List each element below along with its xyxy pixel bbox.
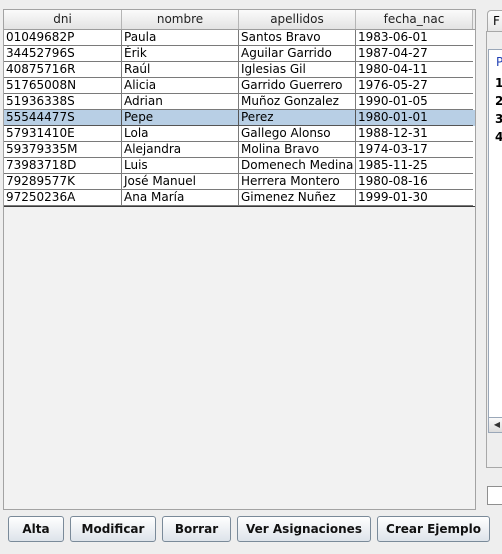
table-cell-nombre[interactable]: Luis <box>122 158 239 174</box>
table-row[interactable]: 01049682P Paula Santos Bravo 1983-06-01 <box>4 30 475 46</box>
borrar-button[interactable]: Borrar <box>162 516 231 542</box>
table-row[interactable]: 57931410E Lola Gallego Alonso 1988-12-31 <box>4 126 475 142</box>
column-header-fecha-nac[interactable]: fecha_nac <box>356 10 473 29</box>
table-cell-nombre[interactable]: Raúl <box>122 62 239 78</box>
table-cell-nombre[interactable]: Pepe <box>122 110 239 126</box>
column-header-nombre[interactable]: nombre <box>122 10 239 29</box>
table-cell-apellidos[interactable]: Aguilar Garrido <box>239 46 356 62</box>
table-cell-fecha-nac[interactable]: 1974-03-17 <box>356 142 473 158</box>
table-row[interactable]: 51765008N Alicia Garrido Guerrero 1976-05-2… <box>4 78 475 94</box>
table-header: dni nombre apellidos fecha_nac <box>4 10 475 30</box>
table-cell-apellidos[interactable]: Santos Bravo <box>239 30 356 46</box>
table-cell-apellidos[interactable]: Domenech Medina <box>239 158 356 174</box>
table-cell-apellidos[interactable]: Garrido Guerrero <box>239 78 356 94</box>
table-cell-apellidos[interactable]: Iglesias Gil <box>239 62 356 78</box>
table-cell-fecha-nac[interactable]: 1988-12-31 <box>356 126 473 142</box>
table-cell-fecha-nac[interactable]: 1990-01-05 <box>356 94 473 110</box>
table-row[interactable]: 79289577K José Manuel Herrera Montero 1980-… <box>4 174 475 190</box>
table-cell-nombre[interactable]: Alicia <box>122 78 239 94</box>
table-cell-fecha-nac[interactable]: 1987-04-27 <box>356 46 473 62</box>
table-cell-apellidos[interactable]: Muñoz Gonzalez <box>239 94 356 110</box>
right-panel-number: 2 <box>495 94 502 108</box>
right-panel-title: P <box>496 55 502 69</box>
table-cell-dni[interactable]: 51765008N <box>4 78 122 94</box>
ver-asignaciones-button[interactable]: Ver Asignaciones <box>237 516 371 542</box>
scroll-left-arrow-icon[interactable]: ◀ <box>488 417 502 433</box>
tab-right-panel[interactable]: F <box>487 10 502 32</box>
table-cell-dni[interactable]: 97250236A <box>4 190 122 206</box>
table-cell-apellidos[interactable]: Gimenez Nuñez <box>239 190 356 206</box>
table-cell-nombre[interactable]: Lola <box>122 126 239 142</box>
table-cell-dni[interactable]: 79289577K <box>4 174 122 190</box>
table-cell-nombre[interactable]: José Manuel <box>122 174 239 190</box>
table-cell-dni[interactable]: 55544477S <box>4 110 122 126</box>
table-cell-dni[interactable]: 59379335M <box>4 142 122 158</box>
table-row[interactable]: 34452796S Érik Aguilar Garrido 1987-04-27 <box>4 46 475 62</box>
table-cell-dni[interactable]: 57931410E <box>4 126 122 142</box>
table-cell-nombre[interactable]: Érik <box>122 46 239 62</box>
table-cell-fecha-nac[interactable]: 1999-01-30 <box>356 190 473 206</box>
table-cell-nombre[interactable]: Paula <box>122 30 239 46</box>
table-cell-fecha-nac[interactable]: 1980-04-11 <box>356 62 473 78</box>
table-cell-nombre[interactable]: Alejandra <box>122 142 239 158</box>
table-cell-nombre[interactable]: Ana María <box>122 190 239 206</box>
table-row[interactable]: 55544477S Pepe Perez 1980-01-01 <box>4 110 475 126</box>
right-panel-input[interactable] <box>487 486 502 505</box>
right-panel-number: 1 <box>495 76 502 90</box>
tab-right-panel-label: F <box>493 14 500 28</box>
crear-ejemplo-button[interactable]: Crear Ejemplo <box>377 516 490 542</box>
table-cell-dni[interactable]: 51936338S <box>4 94 122 110</box>
table-cell-dni[interactable]: 34452796S <box>4 46 122 62</box>
table-body: 01049682P Paula Santos Bravo 1983-06-01 3445… <box>4 30 475 207</box>
table-row[interactable]: 73983718D Luis Domenech Medina 1985-11-25 <box>4 158 475 174</box>
table-cell-fecha-nac[interactable]: 1980-08-16 <box>356 174 473 190</box>
table-cell-fecha-nac[interactable]: 1976-05-27 <box>356 78 473 94</box>
table-cell-dni[interactable]: 01049682P <box>4 30 122 46</box>
right-panel-number: 4 <box>495 130 502 144</box>
table-cell-apellidos[interactable]: Gallego Alonso <box>239 126 356 142</box>
table-cell-fecha-nac[interactable]: 1985-11-25 <box>356 158 473 174</box>
table-cell-dni[interactable]: 40875716R <box>4 62 122 78</box>
table-row[interactable]: 40875716R Raúl Iglesias Gil 1980-04-11 <box>4 62 475 78</box>
table-row[interactable]: 51936338S Adrian Muñoz Gonzalez 1990-01-05 <box>4 94 475 110</box>
table-cell-fecha-nac[interactable]: 1980-01-01 <box>356 110 473 126</box>
table-row[interactable]: 59379335M Alejandra Molina Bravo 1974-03-17 <box>4 142 475 158</box>
column-header-dni[interactable]: dni <box>4 10 122 29</box>
column-header-apellidos[interactable]: apellidos <box>239 10 356 29</box>
alta-button[interactable]: Alta <box>8 516 64 542</box>
table-row[interactable]: 97250236A Ana María Gimenez Nuñez 1999-01-3… <box>4 190 475 206</box>
table-cell-apellidos[interactable]: Herrera Montero <box>239 174 356 190</box>
right-panel-number: 3 <box>495 112 502 126</box>
students-table[interactable]: dni nombre apellidos fecha_nac 01049682P… <box>3 9 476 510</box>
table-cell-apellidos[interactable]: Molina Bravo <box>239 142 356 158</box>
table-cell-nombre[interactable]: Adrian <box>122 94 239 110</box>
table-cell-apellidos[interactable]: Perez <box>239 110 356 126</box>
modificar-button[interactable]: Modificar <box>70 516 156 542</box>
table-cell-dni[interactable]: 73983718D <box>4 158 122 174</box>
table-cell-fecha-nac[interactable]: 1983-06-01 <box>356 30 473 46</box>
